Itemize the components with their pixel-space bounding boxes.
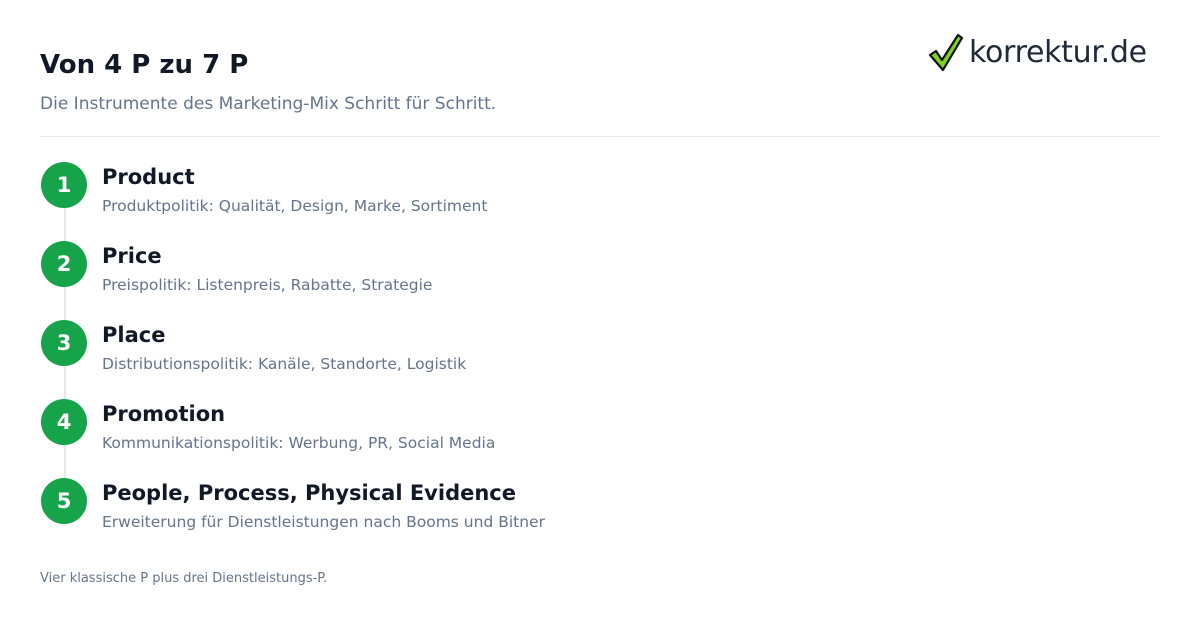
brand-logo[interactable]: korrektur.de — [928, 30, 1147, 74]
step-number-badge: 1 — [41, 162, 87, 208]
step-title: Place — [102, 323, 166, 347]
step-item: 1 Product Produktpolitik: Qualität, Desi… — [40, 161, 1140, 223]
step-description: Preispolitik: Listenpreis, Rabatte, Stra… — [102, 276, 433, 294]
step-title: Promotion — [102, 402, 226, 426]
step-title: People, Process, Physical Evidence — [102, 481, 516, 505]
step-title: Price — [102, 244, 162, 268]
step-description: Kommunikationspolitik: Werbung, PR, Soci… — [102, 434, 496, 452]
step-description: Distributionspolitik: Kanäle, Standorte,… — [102, 355, 467, 373]
step-number-badge: 4 — [41, 399, 87, 445]
page-subtitle: Die Instrumente des Marketing-Mix Schrit… — [40, 94, 497, 114]
step-item: 4 Promotion Kommunikationspolitik: Werbu… — [40, 398, 1140, 460]
step-description: Erweiterung für Dienstleistungen nach Bo… — [102, 513, 545, 531]
step-item: 5 People, Process, Physical Evidence Erw… — [40, 477, 1140, 539]
step-number-badge: 2 — [41, 241, 87, 287]
step-item: 2 Price Preispolitik: Listenpreis, Rabat… — [40, 240, 1140, 302]
step-number-badge: 3 — [41, 320, 87, 366]
step-title: Product — [102, 165, 195, 189]
page-title: Von 4 P zu 7 P — [40, 50, 249, 80]
step-list: 1 Product Produktpolitik: Qualität, Desi… — [40, 161, 1160, 561]
checkmark-icon — [928, 33, 964, 72]
step-description: Produktpolitik: Qualität, Design, Marke,… — [102, 197, 488, 215]
step-number-badge: 5 — [41, 478, 87, 524]
step-item: 3 Place Distributionspolitik: Kanäle, St… — [40, 319, 1140, 381]
brand-name: korrektur.de — [969, 34, 1147, 70]
footnote: Vier klassische P plus drei Dienstleistu… — [40, 571, 328, 586]
